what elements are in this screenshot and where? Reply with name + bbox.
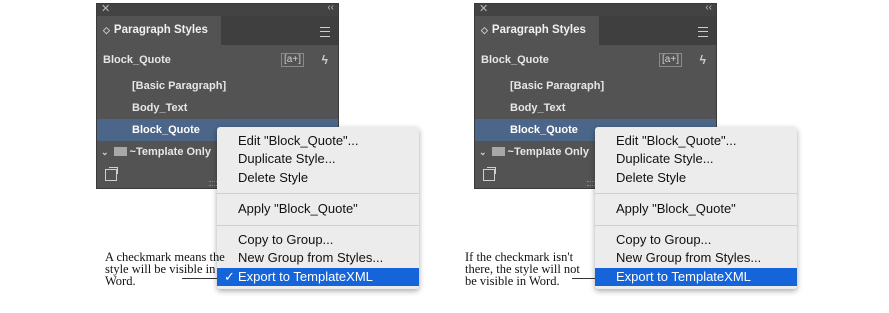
new-style-override-icon[interactable]: [a+] bbox=[281, 53, 304, 67]
close-icon[interactable]: ✕ bbox=[479, 2, 488, 15]
leader-line bbox=[182, 278, 217, 279]
menu-separator bbox=[595, 225, 797, 226]
annotation-note: A checkmark means the style will be visi… bbox=[105, 250, 225, 288]
quick-apply-icon[interactable]: ϟ bbox=[700, 45, 706, 75]
tab-paragraph-styles[interactable]: ◇ Paragraph Styles bbox=[475, 16, 599, 45]
current-style-name: Block_Quote bbox=[481, 54, 549, 66]
collapse-icon[interactable]: ‹‹ bbox=[705, 2, 712, 13]
tab-label: Paragraph Styles bbox=[491, 24, 586, 36]
load-styles-icon[interactable] bbox=[483, 167, 496, 181]
menu-item-delete-style[interactable]: Delete Style bbox=[595, 169, 797, 187]
group-label: ~Template Only bbox=[507, 146, 589, 158]
style-row-basic-paragraph[interactable]: [Basic Paragraph] bbox=[475, 75, 716, 97]
chevron-down-icon[interactable]: ⌄ bbox=[101, 147, 109, 157]
current-style-bar: Block_Quote [a+] ϟ bbox=[97, 45, 338, 75]
panel-titlebar: ✕ ‹‹ bbox=[475, 2, 716, 16]
quick-apply-icon[interactable]: ϟ bbox=[322, 45, 328, 75]
style-row-basic-paragraph[interactable]: [Basic Paragraph] bbox=[97, 75, 338, 97]
chevron-down-icon[interactable]: ⌄ bbox=[479, 147, 487, 157]
left-example: ✕ ‹‹ ◇ Paragraph Styles Block_Quote [a+] … bbox=[0, 0, 420, 313]
menu-separator bbox=[595, 193, 797, 194]
collapse-icon[interactable]: ‹‹ bbox=[327, 2, 334, 13]
resize-grip[interactable] bbox=[209, 181, 217, 186]
right-example: ✕ ‹‹ ◇ Paragraph Styles Block_Quote [a+] … bbox=[378, 0, 798, 313]
context-menu: Edit "Block_Quote"... Duplicate Style...… bbox=[595, 127, 797, 289]
menu-item-duplicate-style[interactable]: Duplicate Style... bbox=[595, 150, 797, 168]
tab-arrows-icon: ◇ bbox=[481, 25, 488, 35]
panel-tab-row: ◇ Paragraph Styles bbox=[475, 16, 716, 45]
checkmark-icon: ✓ bbox=[224, 269, 235, 284]
menu-item-label: Export to TemplateXML bbox=[238, 269, 373, 284]
panel-tab-row: ◇ Paragraph Styles bbox=[97, 16, 338, 45]
menu-item-apply-style[interactable]: Apply "Block_Quote" bbox=[595, 200, 797, 218]
annotation-note: If the checkmark isn't there, the style … bbox=[465, 250, 580, 288]
group-label: ~Template Only bbox=[129, 146, 211, 158]
tab-label: Paragraph Styles bbox=[113, 24, 208, 36]
menu-item-copy-to-group[interactable]: Copy to Group... bbox=[595, 231, 797, 249]
resize-grip[interactable] bbox=[587, 181, 595, 186]
panel-menu-icon[interactable] bbox=[698, 27, 708, 37]
menu-item-new-group[interactable]: New Group from Styles... bbox=[595, 249, 797, 267]
folder-icon bbox=[113, 147, 127, 156]
close-icon[interactable]: ✕ bbox=[101, 2, 110, 15]
panel-titlebar: ✕ ‹‹ bbox=[97, 2, 338, 16]
load-styles-icon[interactable] bbox=[105, 167, 118, 181]
style-row-body-text[interactable]: Body_Text bbox=[97, 97, 338, 119]
menu-item-edit-style[interactable]: Edit "Block_Quote"... bbox=[595, 132, 797, 150]
tab-paragraph-styles[interactable]: ◇ Paragraph Styles bbox=[97, 16, 221, 45]
current-style-bar: Block_Quote [a+] ϟ bbox=[475, 45, 716, 75]
leader-line bbox=[572, 278, 595, 279]
current-style-name: Block_Quote bbox=[103, 54, 171, 66]
panel-menu-icon[interactable] bbox=[320, 27, 330, 37]
style-row-body-text[interactable]: Body_Text bbox=[475, 97, 716, 119]
tab-arrows-icon: ◇ bbox=[103, 25, 110, 35]
new-style-override-icon[interactable]: [a+] bbox=[659, 53, 682, 67]
folder-icon bbox=[491, 147, 505, 156]
menu-item-export-templatexml[interactable]: Export to TemplateXML bbox=[595, 268, 797, 286]
